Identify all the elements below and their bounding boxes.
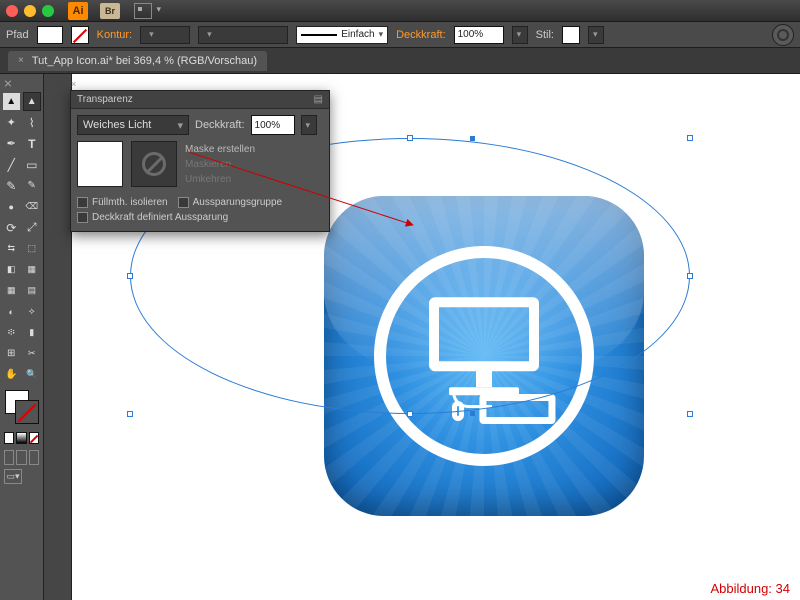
zoom-tool[interactable] <box>23 365 42 384</box>
blend-mode-dropdown[interactable]: Weiches Licht▾ <box>77 115 189 135</box>
knockout-group-checkbox[interactable]: Aussparungsgruppe <box>178 197 283 208</box>
variable-width-profile-dropdown[interactable]: ▾ <box>198 26 288 44</box>
stroke-swatch[interactable] <box>71 26 89 44</box>
column-graph-tool[interactable] <box>23 323 42 342</box>
line-segment-tool[interactable] <box>2 155 21 174</box>
control-bar: Pfad Kontur: ▾ ▾ Einfach▾ Deckkraft: ▾ S… <box>0 22 800 48</box>
eraser-tool[interactable] <box>23 197 42 216</box>
stroke-weight-dropdown[interactable]: ▾ <box>140 26 190 44</box>
stroke-indicator[interactable] <box>15 400 39 424</box>
eyedropper-tool[interactable] <box>2 302 21 321</box>
mask-thumbnail[interactable] <box>131 141 177 187</box>
draw-modes <box>4 450 39 465</box>
handle-top-mid[interactable] <box>407 135 413 141</box>
close-window-icon[interactable] <box>6 5 18 17</box>
stroke-label[interactable]: Kontur: <box>97 29 132 41</box>
invert-checkbox-label: Umkehren <box>185 172 255 187</box>
anchor-point[interactable] <box>470 411 475 416</box>
symbol-sprayer-tool[interactable] <box>2 323 21 342</box>
screen-mode[interactable]: ▭▾ <box>4 469 39 484</box>
illustrator-app-icon: Ai <box>68 2 88 20</box>
tools-panel: ▭▾ <box>0 74 44 600</box>
pen-tool[interactable] <box>2 134 21 153</box>
color-mode-none[interactable] <box>29 432 39 444</box>
opacity-defines-knockout-checkbox[interactable]: Deckkraft definiert Aussparung <box>77 212 228 223</box>
zoom-window-icon[interactable] <box>42 5 54 17</box>
panel-gutter <box>44 74 72 600</box>
anchor-point[interactable] <box>470 136 475 141</box>
recolor-artwork-button[interactable] <box>772 24 794 46</box>
no-mask-icon <box>142 152 166 176</box>
free-transform-tool[interactable] <box>23 239 42 258</box>
width-tool[interactable] <box>2 239 21 258</box>
tools-panel-close-icon[interactable] <box>4 80 12 88</box>
mesh-tool[interactable] <box>2 281 21 300</box>
handle-mid-left[interactable] <box>127 273 133 279</box>
draw-normal[interactable] <box>4 450 14 465</box>
traffic-lights <box>6 5 54 17</box>
handle-bot-left[interactable] <box>127 411 133 417</box>
selection-type-label: Pfad <box>6 29 29 41</box>
window-titlebar: Ai Br <box>0 0 800 22</box>
opacity-label[interactable]: Deckkraft: <box>396 29 446 41</box>
type-tool[interactable] <box>23 134 42 153</box>
mask-options: Maske erstellen Maskieren Umkehren <box>185 142 255 187</box>
blend-mode-value: Weiches Licht <box>83 119 151 131</box>
document-tab-strip: × Tut_App Icon.ai* bei 369,4 % (RGB/Vors… <box>0 48 800 74</box>
panel-collapse-icon[interactable]: × <box>71 79 76 89</box>
pencil-tool[interactable] <box>23 176 42 195</box>
rectangle-tool[interactable] <box>23 155 42 174</box>
blob-brush-tool[interactable] <box>2 197 21 216</box>
panel-opacity-stepper[interactable]: ▾ <box>301 115 317 135</box>
style-label: Stil: <box>536 29 554 41</box>
isolate-blending-checkbox[interactable]: Füllmth. isolieren <box>77 197 168 208</box>
handle-top-right[interactable] <box>687 135 693 141</box>
hand-tool[interactable] <box>2 365 21 384</box>
color-mode-swatches <box>4 432 39 444</box>
handle-bot-mid[interactable] <box>407 411 413 417</box>
draw-behind[interactable] <box>16 450 26 465</box>
figure-caption: Abbildung: 34 <box>710 581 790 596</box>
gradient-tool[interactable] <box>23 281 42 300</box>
fill-swatch[interactable] <box>37 26 63 44</box>
perspective-grid-tool[interactable] <box>23 260 42 279</box>
document-tab-title: Tut_App Icon.ai* bei 369,4 % (RGB/Vorsch… <box>32 55 257 67</box>
arrange-documents-icon[interactable] <box>134 3 152 19</box>
selection-tool[interactable] <box>2 92 21 111</box>
magic-wand-tool[interactable] <box>2 113 21 132</box>
paintbrush-tool[interactable] <box>2 176 21 195</box>
rotate-tool[interactable] <box>2 218 21 237</box>
color-mode-solid[interactable] <box>4 432 14 444</box>
opacity-input[interactable] <box>454 26 504 44</box>
panel-menu-icon[interactable]: ▤ <box>314 94 323 105</box>
panel-titlebar[interactable]: Transparenz ▤ <box>71 91 329 109</box>
panel-opacity-label: Deckkraft: <box>195 119 245 131</box>
handle-mid-right[interactable] <box>687 273 693 279</box>
style-dropdown[interactable]: ▾ <box>588 26 604 44</box>
opacity-thumbnail[interactable] <box>77 141 123 187</box>
scale-tool[interactable] <box>23 218 42 237</box>
slice-tool[interactable] <box>23 344 42 363</box>
bridge-shortcut-icon[interactable]: Br <box>100 3 120 19</box>
opacity-stepper[interactable]: ▾ <box>512 26 528 44</box>
handle-bot-right[interactable] <box>687 411 693 417</box>
lasso-tool[interactable] <box>23 113 42 132</box>
transparency-panel[interactable]: × Transparenz ▤ Weiches Licht▾ Deckkraft… <box>70 90 330 232</box>
brush-definition-dropdown[interactable]: Einfach▾ <box>296 26 388 44</box>
shape-builder-tool[interactable] <box>2 260 21 279</box>
panel-title: Transparenz <box>77 94 133 105</box>
blend-tool[interactable] <box>23 302 42 321</box>
minimize-window-icon[interactable] <box>24 5 36 17</box>
draw-inside[interactable] <box>29 450 39 465</box>
panel-opacity-input[interactable] <box>251 115 295 135</box>
color-mode-gradient[interactable] <box>16 432 26 444</box>
fill-stroke-control[interactable] <box>5 390 39 424</box>
direct-selection-tool[interactable] <box>23 92 42 111</box>
artboard-tool[interactable] <box>2 344 21 363</box>
document-tab[interactable]: × Tut_App Icon.ai* bei 369,4 % (RGB/Vors… <box>8 51 267 71</box>
graphic-style-swatch[interactable] <box>562 26 580 44</box>
close-tab-icon[interactable]: × <box>18 55 24 66</box>
